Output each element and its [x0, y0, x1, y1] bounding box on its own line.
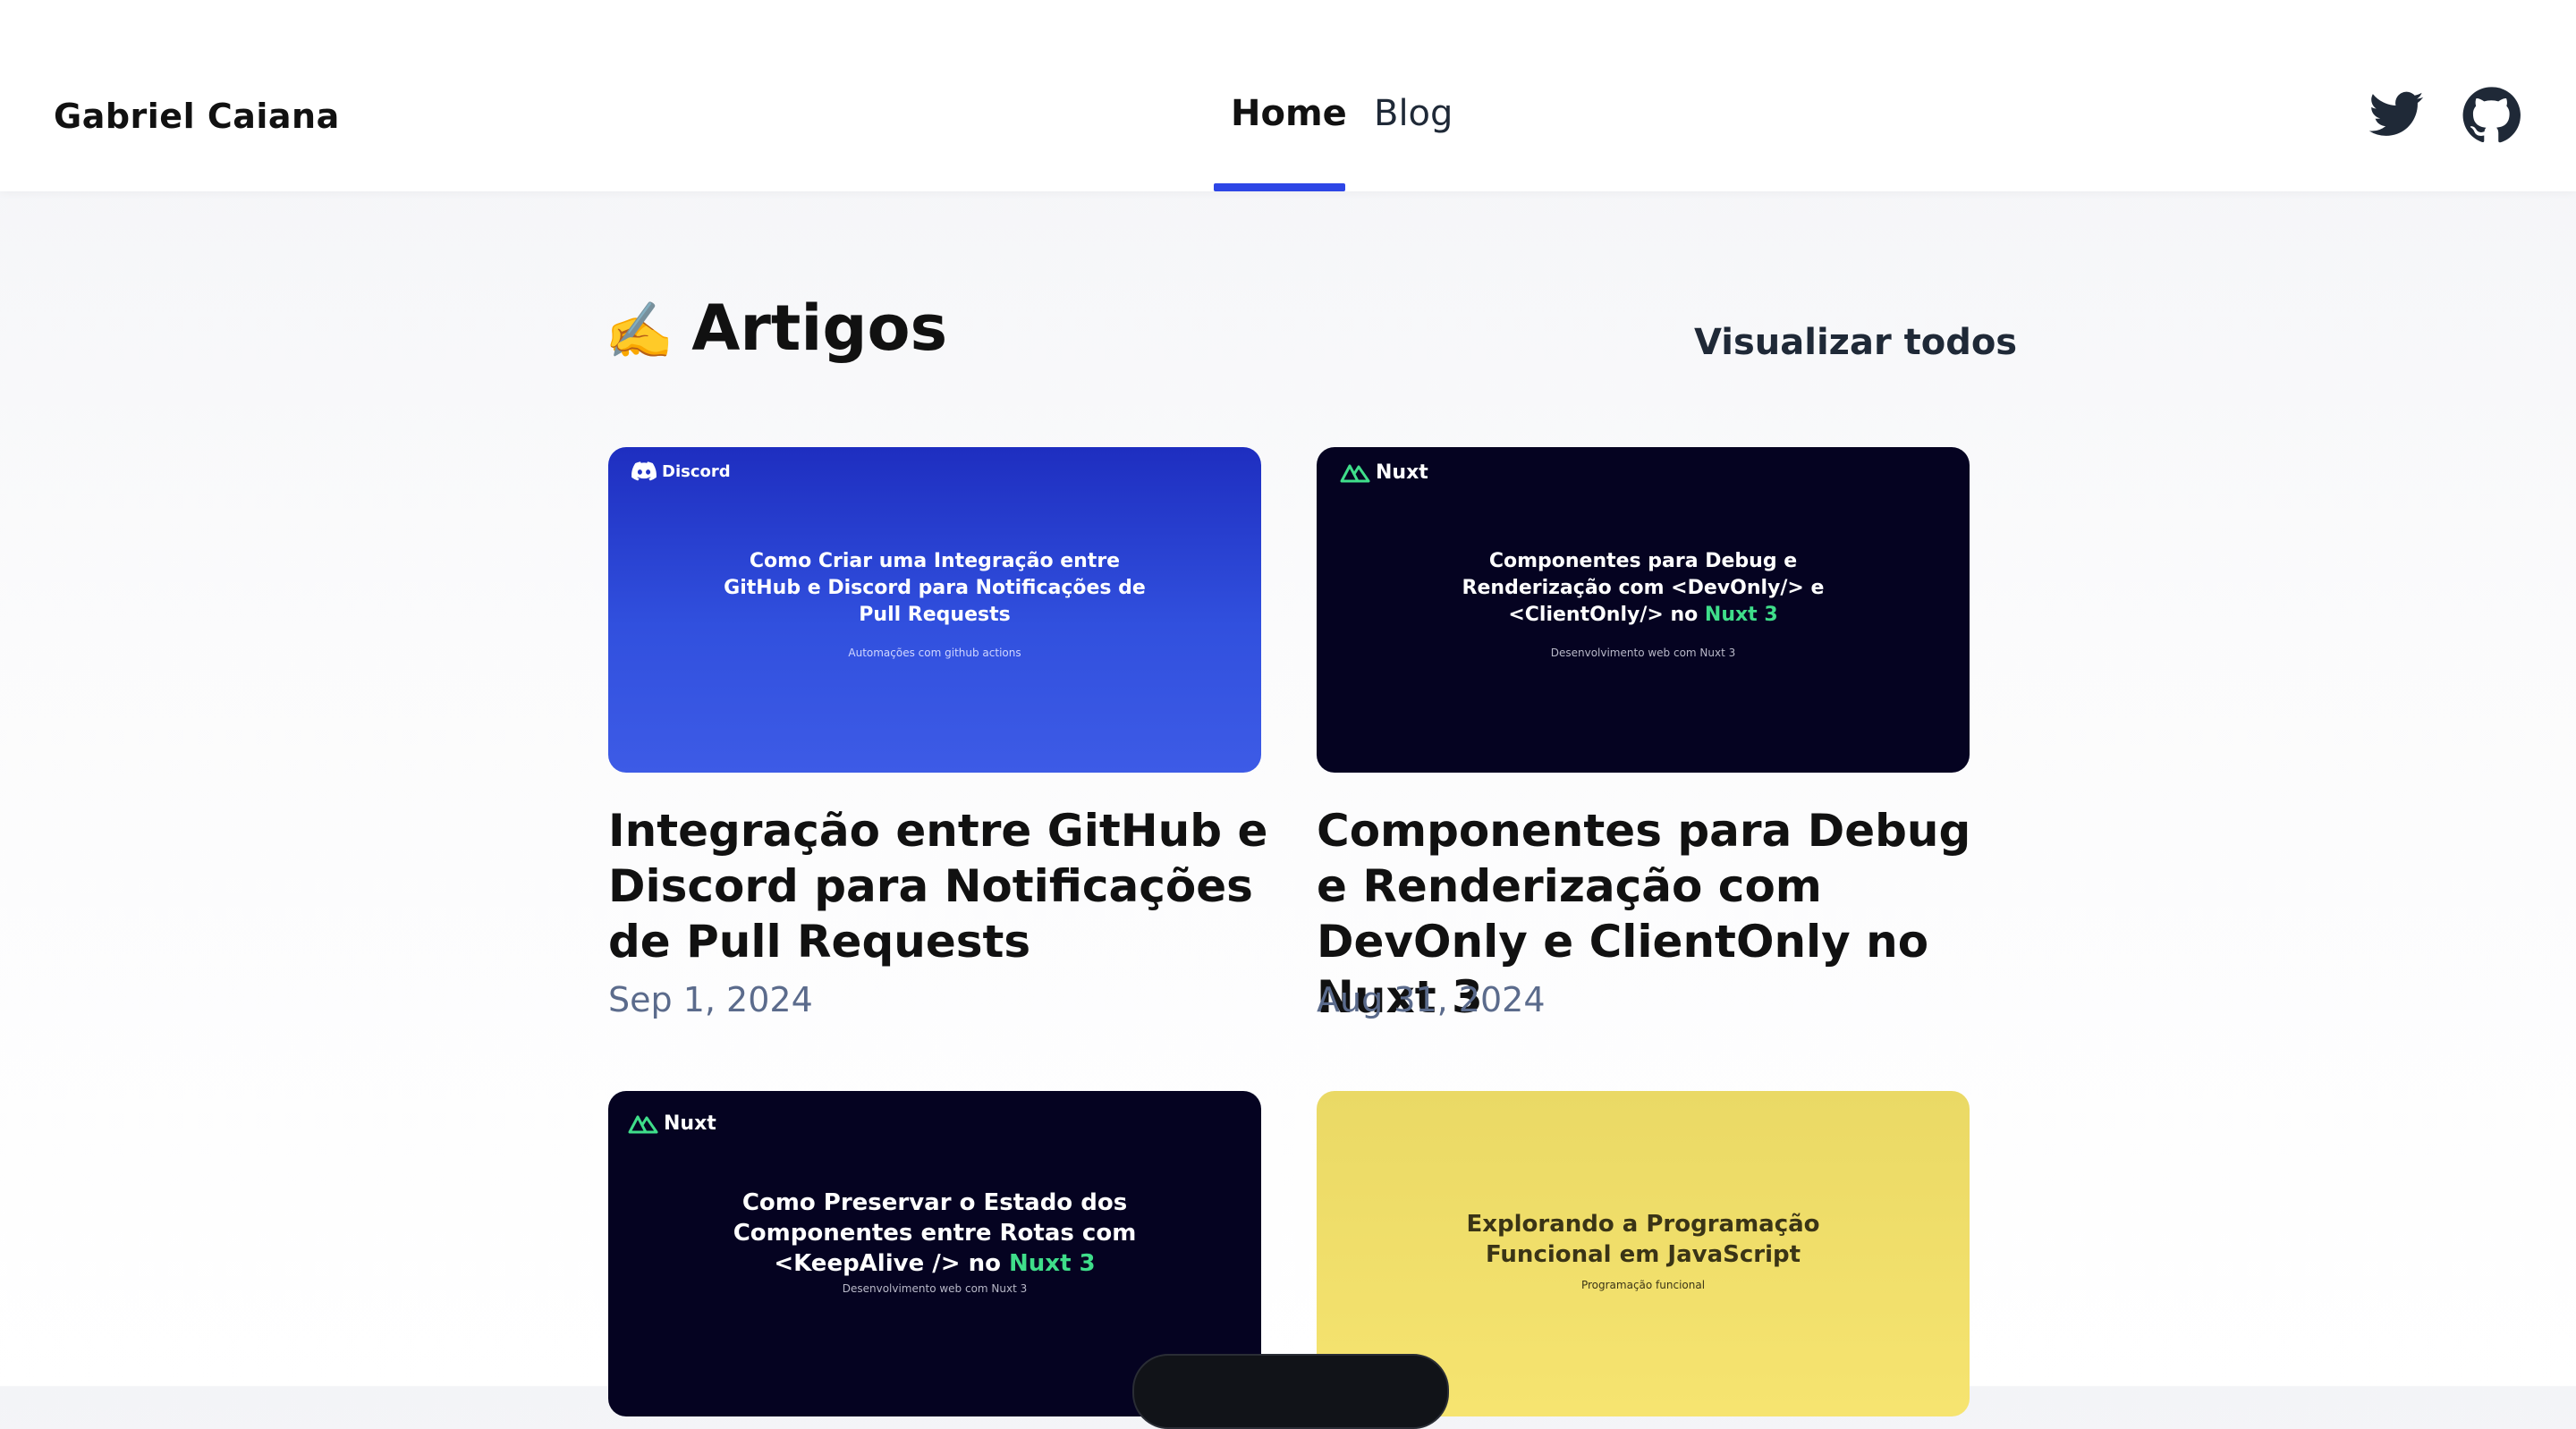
thumbnail-title: Como Preservar o Estado dos Componentes …: [733, 1189, 1137, 1277]
nuxt-logo: Nuxt: [628, 1112, 716, 1135]
twitter-icon[interactable]: [2367, 86, 2426, 145]
thumbnail-subtitle: Desenvolvimento web com Nuxt 3: [1550, 647, 1736, 659]
thumbnail-title: Explorando a Programação Funcional em Ja…: [1466, 1211, 1820, 1268]
view-all-link[interactable]: Visualizar todos: [1694, 322, 2017, 363]
nav-active-indicator: [1214, 183, 1345, 191]
post-date: Sep 1, 2024: [608, 980, 813, 1019]
post-date: Aug 31, 2024: [1317, 980, 1546, 1019]
thumbnail-subtitle: Programação funcional: [1580, 1279, 1706, 1291]
section-title-text: Artigos: [691, 292, 948, 365]
section-heading: ✍️ Artigos: [605, 292, 947, 365]
site-header: Gabriel Caiana Home Blog: [0, 0, 2576, 191]
thumbnail-subtitle: Desenvolvimento web com Nuxt 3: [842, 1282, 1028, 1295]
writing-hand-icon: ✍️: [605, 298, 674, 363]
nuxt-icon: [628, 1115, 658, 1133]
github-icon[interactable]: [2462, 86, 2521, 145]
nuxt-logo: Nuxt: [1340, 461, 1428, 484]
post-title[interactable]: Integração entre GitHub e Discord para N…: [608, 803, 1270, 969]
post-thumbnail[interactable]: Discord Como Criar uma Integração entre …: [608, 447, 1261, 773]
thumbnail-subtitle: Automações com github actions: [848, 647, 1021, 659]
thumbnail-title: Como Criar uma Integração entre GitHub e…: [724, 550, 1146, 626]
nav-home-link[interactable]: Home: [1231, 93, 1347, 134]
discord-logo: Discord: [631, 461, 731, 481]
nav-blog-link[interactable]: Blog: [1374, 93, 1453, 134]
nuxt-icon: [1340, 464, 1370, 482]
site-brand[interactable]: Gabriel Caiana: [54, 97, 340, 136]
post-thumbnail[interactable]: Nuxt Componentes para Debug e Renderizaç…: [1317, 447, 1970, 773]
discord-icon: [631, 461, 657, 481]
thumbnail-title: Componentes para Debug e Renderização co…: [1462, 550, 1825, 626]
dev-toolbar[interactable]: [1132, 1354, 1449, 1429]
